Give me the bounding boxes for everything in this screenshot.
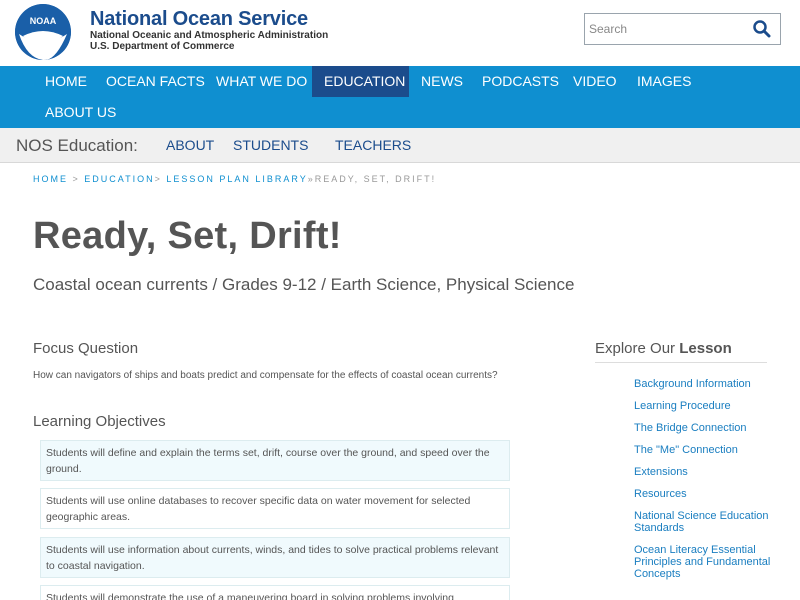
objective-item: Students will demonstrate the use of a m… [40, 585, 510, 600]
secondary-nav: NOS Education: ABOUT STUDENTS TEACHERS [0, 128, 800, 163]
sidebar-heading-prefix: Explore Our [595, 340, 676, 357]
sidebar-heading: Explore Our Lesson [595, 340, 767, 363]
breadcrumb-separator: » [307, 174, 315, 184]
search-input[interactable] [589, 18, 749, 40]
org-subtitle-noaa: National Oceanic and Atmospheric Adminis… [90, 30, 329, 41]
objective-item: Students will use online databases to re… [40, 488, 510, 529]
objective-item: Students will use information about curr… [40, 537, 510, 578]
nav-what-we-do[interactable]: WHAT WE DO [204, 66, 319, 97]
site-header: NOAA National Ocean Service National Oce… [0, 0, 800, 66]
nav-podcasts[interactable]: PODCASTS [470, 66, 571, 97]
nav-home[interactable]: HOME [33, 66, 99, 97]
noaa-logo-text: NOAA [30, 16, 57, 26]
org-subtitle-commerce: U.S. Department of Commerce [90, 41, 235, 52]
sidebar-link-extensions[interactable]: Extensions [634, 466, 784, 478]
focus-question-heading: Focus Question [33, 340, 139, 357]
objective-item: Students will define and explain the ter… [40, 440, 510, 481]
nav-images[interactable]: IMAGES [625, 66, 703, 97]
breadcrumb-separator: > [68, 174, 85, 184]
nav-education[interactable]: EDUCATION [312, 66, 409, 97]
breadcrumb-current: READY, SET, DRIFT! [314, 174, 437, 184]
focus-question-text: How can navigators of ships and boats pr… [33, 370, 498, 381]
sidebar-heading-bold: Lesson [679, 340, 732, 357]
sidebar-link-background-information[interactable]: Background Information [634, 378, 784, 390]
breadcrumb: HOME > EDUCATION> LESSON PLAN LIBRARY»RE… [33, 174, 436, 184]
sidebar-link-science-standards[interactable]: National Science Education Standards [634, 510, 784, 534]
sidebar-lesson-links: Background Information Learning Procedur… [634, 378, 784, 590]
nav-video[interactable]: VIDEO [561, 66, 629, 97]
breadcrumb-education[interactable]: EDUCATION [84, 174, 154, 184]
page-title: Ready, Set, Drift! [33, 215, 342, 257]
search-icon[interactable] [752, 19, 772, 39]
org-title[interactable]: National Ocean Service [90, 8, 308, 31]
noaa-logo[interactable]: NOAA [15, 4, 71, 60]
breadcrumb-lesson-plan-library[interactable]: LESSON PLAN LIBRARY [166, 174, 307, 184]
sidebar-link-resources[interactable]: Resources [634, 488, 784, 500]
secondary-nav-title: NOS Education: [16, 136, 138, 155]
sidebar-link-me-connection[interactable]: The "Me" Connection [634, 444, 784, 456]
subnav-about[interactable]: ABOUT [166, 137, 214, 153]
sidebar-link-bridge-connection[interactable]: The Bridge Connection [634, 422, 784, 434]
sidebar-link-learning-procedure[interactable]: Learning Procedure [634, 400, 784, 412]
breadcrumb-home[interactable]: HOME [33, 174, 68, 184]
subnav-students[interactable]: STUDENTS [233, 137, 308, 153]
primary-nav: HOME OCEAN FACTS WHAT WE DO EDUCATION NE… [0, 66, 800, 128]
search-box [584, 13, 781, 45]
breadcrumb-separator: > [154, 174, 167, 184]
sidebar-link-ocean-literacy[interactable]: Ocean Literacy Essential Principles and … [634, 544, 784, 580]
nav-about-us[interactable]: ABOUT US [33, 97, 128, 128]
nav-news[interactable]: NEWS [409, 66, 475, 97]
subnav-teachers[interactable]: TEACHERS [335, 137, 411, 153]
learning-objectives-heading: Learning Objectives [33, 413, 166, 430]
page-subtitle: Coastal ocean currents / Grades 9-12 / E… [33, 275, 575, 294]
nav-ocean-facts[interactable]: OCEAN FACTS [94, 66, 217, 97]
